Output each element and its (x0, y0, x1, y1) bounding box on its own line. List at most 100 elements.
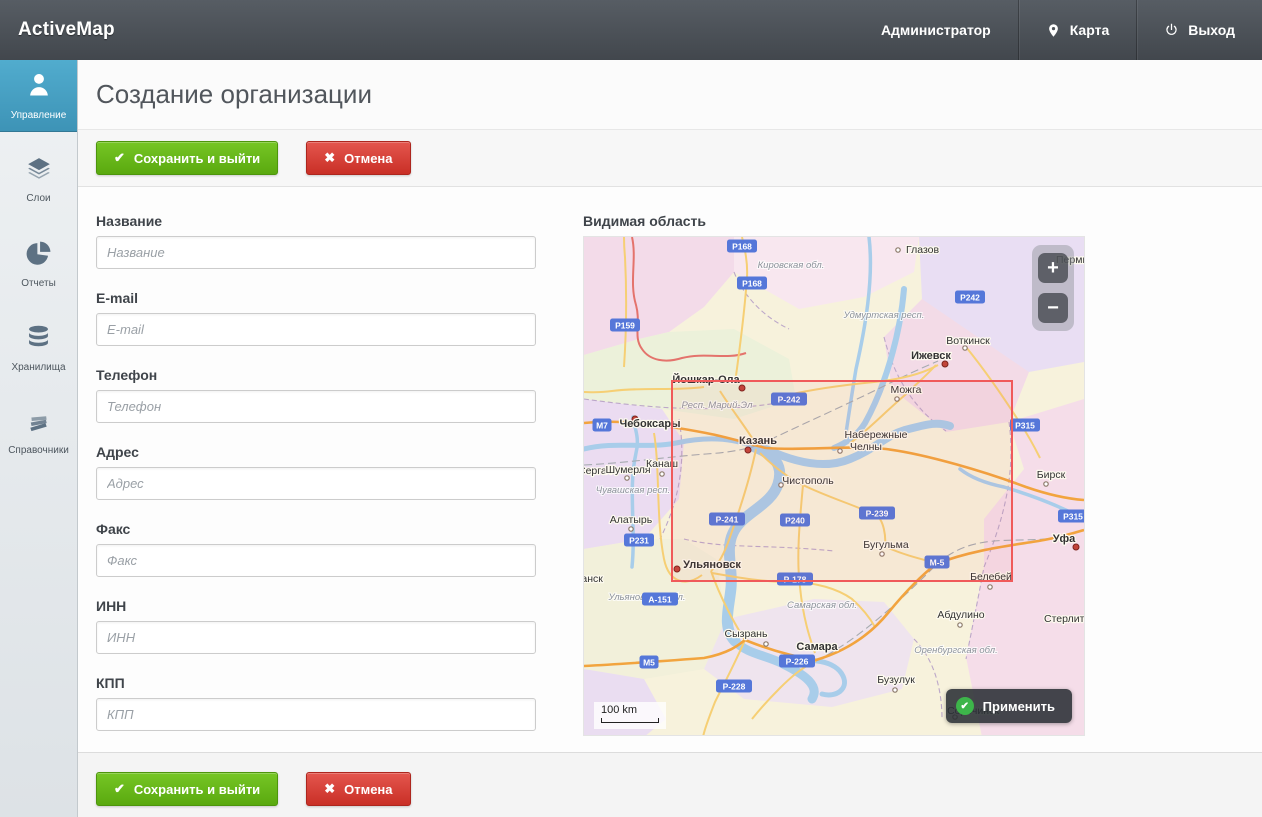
field-inn: ИНН (96, 598, 536, 654)
map-city-label: Шумерля (605, 464, 650, 476)
sidebar-item-label: Отчеты (21, 278, 56, 289)
apply-button[interactable]: ✔ Применить (946, 689, 1072, 723)
map-city-dot (896, 248, 900, 252)
sidebar-item-label: Слои (26, 193, 50, 204)
sidebar-item-management[interactable]: Управление (0, 60, 77, 132)
map-region-label: Кировская обл. (758, 260, 825, 271)
road-badge-label: Р242 (960, 293, 980, 303)
person-icon (25, 71, 53, 104)
email-label: E-mail (96, 290, 536, 306)
content: Название E-mail Телефон Адрес Факс ИНН (78, 187, 1262, 752)
map-city-dot (988, 585, 992, 589)
cancel-button-label: Отмена (344, 782, 392, 797)
road-badge-label: Р315 (1015, 421, 1035, 431)
map-city-label: Алатырь (610, 514, 653, 526)
layers-icon (25, 156, 53, 187)
toolbar: ✔ Сохранить и выйти ✖ Отмена (78, 130, 1262, 187)
save-button[interactable]: ✔ Сохранить и выйти (96, 141, 278, 175)
map-city-label: Воткинск (946, 335, 990, 347)
visible-area-label: Видимая область (583, 213, 1085, 229)
road-badge-label: Р168 (742, 279, 762, 289)
name-input[interactable] (96, 236, 536, 269)
kpp-input[interactable] (96, 698, 536, 731)
road-badge-label: Р159 (615, 321, 635, 331)
user-name: Администратор (881, 22, 991, 38)
page-header: Создание организации (78, 60, 1262, 130)
logout-label: Выход (1188, 22, 1235, 38)
map-city-label: Бирск (1037, 469, 1066, 481)
app-logo: ActiveMap (0, 0, 115, 60)
sidebar-item-reports[interactable]: Отчеты (0, 228, 77, 300)
map-selection-layer (672, 381, 1012, 581)
map-region-label: Самарская обл. (787, 600, 857, 611)
map-city-dot (625, 476, 629, 480)
road-badge-label: Р315 (1063, 512, 1083, 522)
map-pin-icon (1046, 22, 1061, 39)
footer-toolbar: ✔ Сохранить и выйти ✖ Отмена (78, 752, 1262, 817)
map-city-label: Ижевск (911, 350, 951, 362)
save-button-label: Сохранить и выйти (134, 782, 260, 797)
fax-input[interactable] (96, 544, 536, 577)
field-name: Название (96, 213, 536, 269)
save-button-bottom[interactable]: ✔ Сохранить и выйти (96, 772, 278, 806)
map-selection-rect[interactable] (672, 381, 1012, 581)
cross-icon: ✖ (324, 150, 335, 166)
map-basemap: ГлазовПермьВоткинскИжевскЙошкар-ОлаМожга… (584, 237, 1084, 736)
sidebar-item-directories[interactable]: Справочники (0, 396, 77, 468)
map-scale-bar: 100 km (594, 702, 666, 729)
road-badge-label: Р231 (629, 536, 649, 546)
road-badge-label: Р168 (732, 242, 752, 252)
map-city-dot (629, 527, 633, 531)
address-label: Адрес (96, 444, 536, 460)
map-canvas[interactable]: ГлазовПермьВоткинскИжевскЙошкар-ОлаМожга… (583, 236, 1085, 736)
road-badge-label: Р-226 (786, 657, 809, 667)
sidebar: Управление Слои Отчеты Хранилища Справоч… (0, 60, 78, 817)
road-badge-label: М5 (643, 658, 655, 668)
sidebar-item-label: Справочники (8, 445, 69, 456)
phone-label: Телефон (96, 367, 536, 383)
field-email: E-mail (96, 290, 536, 346)
scale-bar-line (601, 718, 659, 723)
sidebar-item-layers[interactable]: Слои (0, 144, 77, 216)
map-city-label: Глазов (906, 244, 939, 256)
address-input[interactable] (96, 467, 536, 500)
map-city-dot (764, 642, 768, 646)
zoom-in-button[interactable]: + (1038, 253, 1068, 283)
field-phone: Телефон (96, 367, 536, 423)
sidebar-item-storages[interactable]: Хранилища (0, 312, 77, 384)
check-icon: ✔ (114, 150, 125, 166)
scale-label: 100 km (601, 704, 637, 716)
logout-icon (1164, 22, 1179, 38)
email-input[interactable] (96, 313, 536, 346)
books-icon (25, 408, 53, 439)
apply-button-label: Применить (983, 699, 1055, 714)
map-city-dot (1044, 482, 1048, 486)
logout-button[interactable]: Выход (1136, 0, 1262, 60)
road-badge-label: А-151 (648, 595, 671, 605)
cancel-button[interactable]: ✖ Отмена (306, 141, 410, 175)
map-city-dot (958, 623, 962, 627)
inn-input[interactable] (96, 621, 536, 654)
map-link-label: Карта (1070, 22, 1110, 38)
topbar-menu: Администратор Карта Выход (854, 0, 1262, 60)
map-link[interactable]: Карта (1018, 0, 1137, 60)
visible-area-section: Видимая область (583, 213, 1085, 752)
cancel-button-bottom[interactable]: ✖ Отмена (306, 772, 410, 806)
road-badge-label: М7 (596, 421, 608, 431)
zoom-control: + − (1032, 245, 1074, 331)
inn-label: ИНН (96, 598, 536, 614)
fax-label: Факс (96, 521, 536, 537)
field-kpp: КПП (96, 675, 536, 731)
page-title: Создание организации (96, 79, 372, 110)
map-city-dot (893, 688, 897, 692)
user-menu[interactable]: Администратор (854, 0, 1018, 60)
map-city-dot (660, 472, 664, 476)
topbar: ActiveMap Администратор Карта Выход (0, 0, 1262, 60)
map-region-label: Удмуртская респ. (843, 310, 925, 321)
zoom-out-button[interactable]: − (1038, 293, 1068, 323)
phone-input[interactable] (96, 390, 536, 423)
name-label: Название (96, 213, 536, 229)
map-city-label: Абдулино (937, 609, 984, 621)
map-city-label: Сызрань (725, 628, 768, 640)
map-city-label: Уфа (1053, 533, 1076, 545)
